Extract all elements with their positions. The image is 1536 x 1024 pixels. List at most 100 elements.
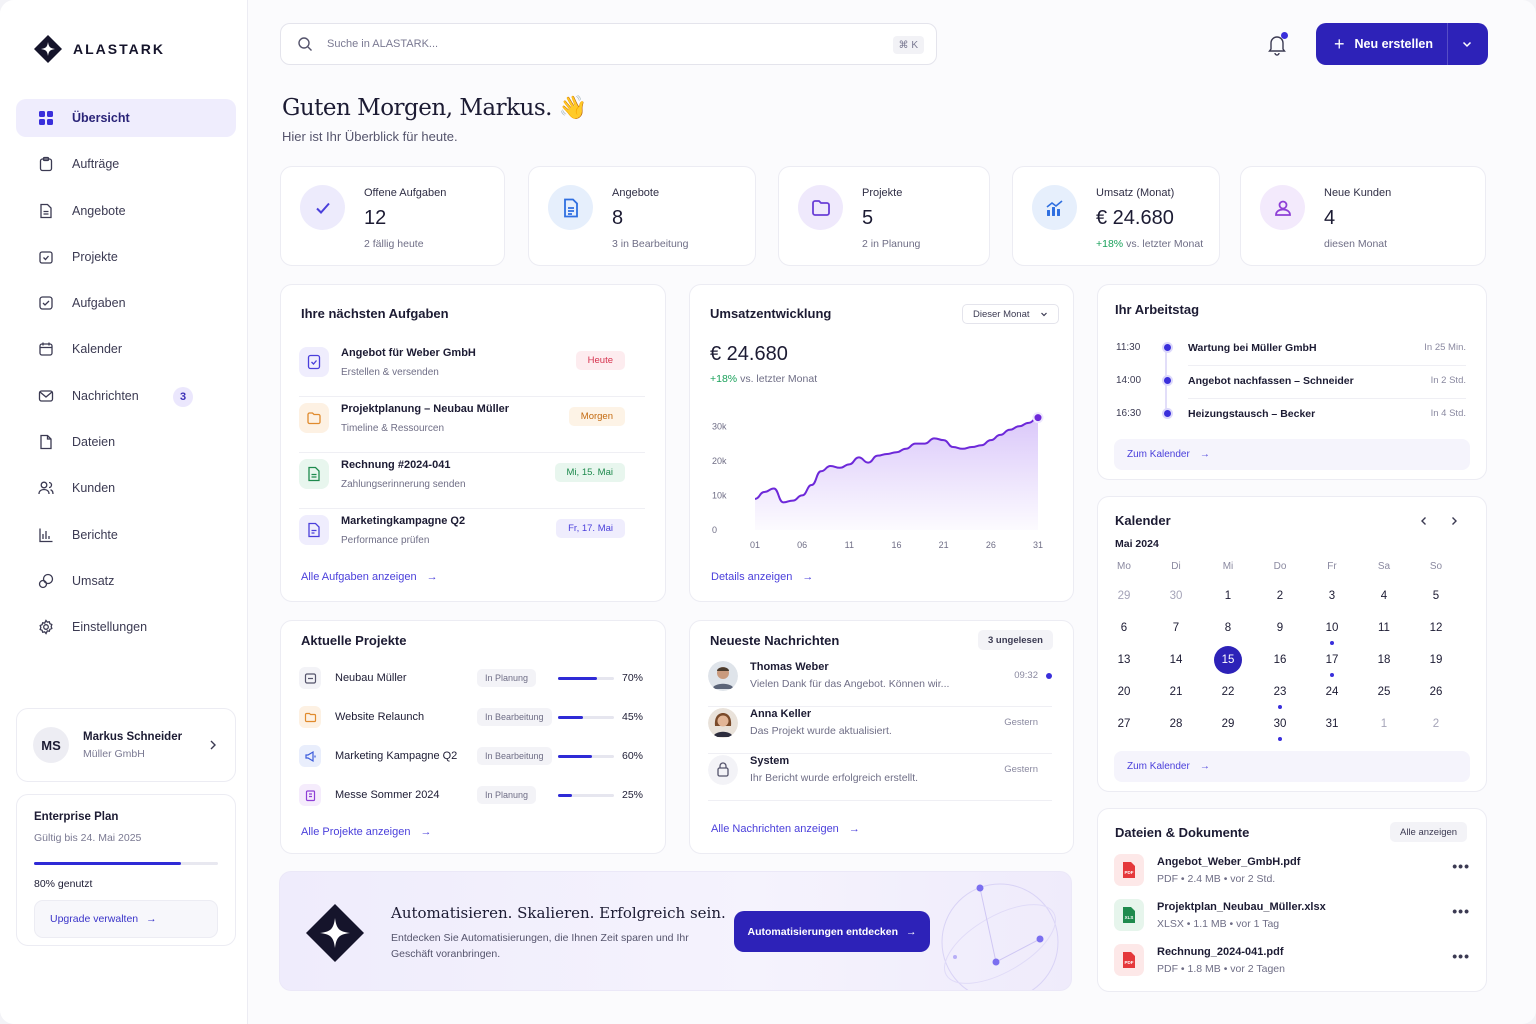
more-options-icon[interactable]: ••• bbox=[1452, 948, 1470, 964]
calendar-day[interactable]: 27 bbox=[1109, 710, 1139, 738]
stat-card-projects[interactable]: Projekte 5 2 in Planung bbox=[778, 166, 990, 266]
chevron-right-icon[interactable] bbox=[1448, 515, 1460, 527]
task-item[interactable]: Angebot für Weber GmbH Erstellen & verse… bbox=[299, 341, 645, 397]
calendar-day[interactable]: 29 bbox=[1109, 582, 1139, 610]
search-input[interactable] bbox=[327, 38, 867, 50]
sidebar-item-angebote[interactable]: Angebote bbox=[16, 192, 236, 230]
file-item[interactable]: XLS Projektplan_Neubau_Müller.xlsx XLSX … bbox=[1114, 899, 1470, 939]
discover-automations-button[interactable]: Automatisierungen entdecken → bbox=[734, 911, 930, 952]
calendar-day[interactable]: 9 bbox=[1265, 614, 1295, 642]
chevron-down-icon[interactable] bbox=[1461, 38, 1473, 50]
chevron-left-icon[interactable] bbox=[1418, 515, 1430, 527]
calendar-day[interactable]: 6 bbox=[1109, 614, 1139, 642]
file-item[interactable]: PDF Rechnung_2024-041.pdf PDF • 1.8 MB •… bbox=[1114, 944, 1470, 984]
stat-card-offers[interactable]: Angebote 8 3 in Bearbeitung bbox=[528, 166, 756, 266]
files-card: Dateien & Dokumente Alle anzeigen PDF An… bbox=[1097, 808, 1487, 992]
calendar-day[interactable]: 10 bbox=[1317, 614, 1347, 642]
calendar-day[interactable]: 19 bbox=[1421, 646, 1451, 674]
project-row[interactable]: Website Relaunch In Bearbeitung 45% bbox=[299, 704, 645, 742]
calendar-day[interactable]: 15 bbox=[1214, 646, 1242, 674]
search-bar[interactable]: ⌘ K bbox=[280, 23, 937, 65]
calendar-day[interactable]: 2 bbox=[1265, 582, 1295, 610]
project-row[interactable]: Marketing Kampagne Q2 In Bearbeitung 60% bbox=[299, 743, 645, 781]
logo[interactable]: ALASTARK bbox=[33, 34, 165, 64]
calendar-day[interactable]: 23 bbox=[1265, 678, 1295, 706]
task-item[interactable]: Rechnung #2024-041 Zahlungserinnerung se… bbox=[299, 453, 645, 509]
file-item[interactable]: PDF Angebot_Weber_GmbH.pdf PDF • 2.4 MB … bbox=[1114, 854, 1470, 894]
calendar-day[interactable]: 22 bbox=[1213, 678, 1243, 706]
sidebar-item-aufgaben[interactable]: Aufgaben bbox=[16, 284, 236, 322]
sidebar-item-umsatz[interactable]: Umsatz bbox=[16, 562, 236, 600]
sidebar-item-dateien[interactable]: Dateien bbox=[16, 423, 236, 461]
message-item[interactable]: Anna Keller Das Projekt wurde aktualisie… bbox=[708, 708, 1052, 754]
task-due-badge: Mi, 15. Mai bbox=[554, 463, 625, 482]
x-tick-label: 26 bbox=[986, 540, 996, 550]
sidebar-item-auftraege[interactable]: Aufträge bbox=[16, 145, 236, 183]
file-meta: PDF • 2.4 MB • vor 2 Std. bbox=[1157, 873, 1276, 885]
calendar-day[interactable]: 3 bbox=[1317, 582, 1347, 610]
calendar-day[interactable]: 26 bbox=[1421, 678, 1451, 706]
calendar-day[interactable]: 30 bbox=[1161, 582, 1191, 610]
calendar-day[interactable]: 25 bbox=[1369, 678, 1399, 706]
calendar-day[interactable]: 16 bbox=[1265, 646, 1295, 674]
calendar-day[interactable]: 31 bbox=[1317, 710, 1347, 738]
project-row[interactable]: Messe Sommer 2024 In Planung 25% bbox=[299, 782, 645, 820]
calendar-day[interactable]: 8 bbox=[1213, 614, 1243, 642]
all-tasks-link[interactable]: Alle Aufgaben anzeigen → bbox=[301, 571, 438, 583]
sidebar-item-projekte[interactable]: Projekte bbox=[16, 238, 236, 276]
message-item[interactable]: System Ihr Bericht wurde erfolgreich ers… bbox=[708, 755, 1052, 801]
period-select[interactable]: Dieser Monat bbox=[962, 304, 1059, 324]
calendar-day[interactable]: 1 bbox=[1369, 710, 1399, 738]
upgrade-button[interactable]: Upgrade verwalten → bbox=[34, 900, 218, 938]
project-progress-fill bbox=[558, 716, 584, 719]
details-link[interactable]: Details anzeigen → bbox=[711, 571, 813, 583]
calendar-day[interactable]: 20 bbox=[1109, 678, 1139, 706]
more-options-icon[interactable]: ••• bbox=[1452, 858, 1470, 874]
sidebar-item-einstellungen[interactable]: Einstellungen bbox=[16, 608, 236, 646]
calendar-day[interactable]: 21 bbox=[1161, 678, 1191, 706]
stat-card-new-customers[interactable]: Neue Kunden 4 diesen Monat bbox=[1240, 166, 1486, 266]
calendar-day[interactable]: 2 bbox=[1421, 710, 1451, 738]
more-options-icon[interactable]: ••• bbox=[1452, 903, 1470, 919]
sidebar-item-uebersicht[interactable]: Übersicht bbox=[16, 99, 236, 137]
sidebar-item-kalender[interactable]: Kalender bbox=[16, 330, 236, 368]
task-item[interactable]: Marketingkampagne Q2 Performance prüfen … bbox=[299, 509, 645, 565]
workday-calendar-link[interactable]: Zum Kalender → bbox=[1114, 439, 1470, 470]
project-row[interactable]: Neubau Müller In Planung 70% bbox=[299, 665, 645, 703]
calendar-day[interactable]: 18 bbox=[1369, 646, 1399, 674]
schedule-item[interactable]: 14:00 Angebot nachfassen – Schneider In … bbox=[1116, 371, 1466, 404]
calendar-day[interactable]: 24 bbox=[1317, 678, 1347, 706]
sidebar-item-berichte[interactable]: Berichte bbox=[16, 516, 236, 554]
task-folder-icon bbox=[299, 403, 329, 433]
calendar-day[interactable]: 12 bbox=[1421, 614, 1451, 642]
workday-title: Ihr Arbeitstag bbox=[1115, 302, 1200, 317]
calendar-day[interactable]: 1 bbox=[1213, 582, 1243, 610]
calendar-day[interactable]: 5 bbox=[1421, 582, 1451, 610]
calendar-day[interactable]: 14 bbox=[1161, 646, 1191, 674]
calendar-day[interactable]: 11 bbox=[1369, 614, 1399, 642]
stat-card-open-tasks[interactable]: Offene Aufgaben 12 2 fällig heute bbox=[280, 166, 505, 266]
calendar-day[interactable]: 28 bbox=[1161, 710, 1191, 738]
calendar-day[interactable]: 17 bbox=[1317, 646, 1347, 674]
schedule-item[interactable]: 16:30 Heizungstausch – Becker In 4 Std. bbox=[1116, 404, 1466, 437]
calendar-day[interactable]: 13 bbox=[1109, 646, 1139, 674]
all-projects-link[interactable]: Alle Projekte anzeigen → bbox=[301, 826, 431, 838]
sidebar-item-nachrichten[interactable]: Nachrichten 3 bbox=[16, 377, 236, 415]
create-new-button[interactable]: + Neu erstellen bbox=[1316, 23, 1488, 65]
sidebar-item-kunden[interactable]: Kunden bbox=[16, 469, 236, 507]
task-item[interactable]: Projektplanung – Neubau Müller Timeline … bbox=[299, 397, 645, 453]
message-item[interactable]: Thomas Weber Vielen Dank für das Angebot… bbox=[708, 661, 1052, 707]
user-profile-card[interactable]: MS Markus Schneider Müller GmbH bbox=[16, 708, 236, 782]
calendar-day[interactable]: 4 bbox=[1369, 582, 1399, 610]
calendar-day[interactable]: 29 bbox=[1213, 710, 1243, 738]
stat-value: 8 bbox=[612, 207, 624, 229]
file-name: Projektplan_Neubau_Müller.xlsx bbox=[1157, 901, 1326, 913]
schedule-item[interactable]: 11:30 Wartung bei Müller GmbH In 25 Min. bbox=[1116, 338, 1466, 371]
calendar-link-label: Zum Kalender bbox=[1127, 761, 1190, 772]
stat-card-revenue[interactable]: Umsatz (Monat) € 24.680 +18% vs. letzter… bbox=[1012, 166, 1220, 266]
calendar-link[interactable]: Zum Kalender → bbox=[1114, 751, 1470, 782]
show-all-files-button[interactable]: Alle anzeigen bbox=[1390, 822, 1468, 842]
all-messages-link[interactable]: Alle Nachrichten anzeigen → bbox=[711, 823, 860, 835]
calendar-day[interactable]: 7 bbox=[1161, 614, 1191, 642]
calendar-day[interactable]: 30 bbox=[1265, 710, 1295, 738]
